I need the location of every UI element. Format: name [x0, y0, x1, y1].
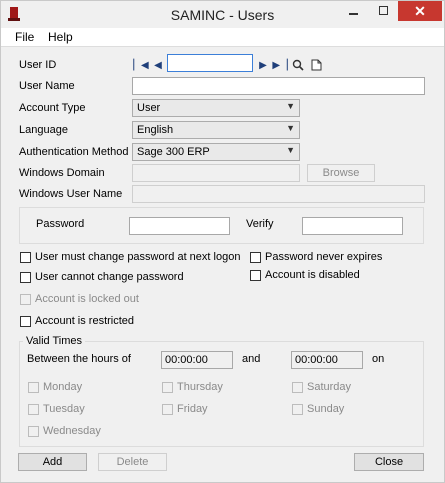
- tuesday-label: Tuesday: [43, 403, 85, 415]
- language-select[interactable]: English ▼: [132, 121, 300, 139]
- close-icon: ✕: [414, 2, 426, 19]
- monday-label: Monday: [43, 381, 83, 393]
- previous-record-icon[interactable]: ◀: [151, 58, 165, 72]
- browse-button: Browse: [307, 164, 375, 182]
- password-never-expires-checkbox[interactable]: [250, 252, 261, 263]
- add-button[interactable]: Add: [18, 453, 87, 471]
- chevron-down-icon: ▼: [286, 101, 295, 111]
- user-id-label: User ID: [19, 59, 57, 71]
- users-window: SAMINC - Users ✕ File Help User ID ▏◀ ◀ …: [0, 0, 445, 483]
- chevron-down-icon: ▼: [286, 123, 295, 133]
- language-label: Language: [19, 124, 68, 136]
- cannot-change-password-checkbox[interactable]: [20, 272, 31, 283]
- wednesday-checkbox: [28, 426, 39, 437]
- close-button[interactable]: Close: [354, 453, 424, 471]
- new-record-icon[interactable]: [309, 58, 323, 72]
- account-type-value: User: [137, 102, 161, 114]
- account-locked-out-label: Account is locked out: [35, 293, 139, 305]
- tuesday-checkbox: [28, 404, 39, 415]
- language-value: English: [137, 124, 174, 136]
- saturday-checkbox: [292, 382, 303, 393]
- end-time-input[interactable]: 00:00:00: [291, 351, 363, 369]
- wednesday-label: Wednesday: [43, 425, 101, 437]
- chevron-down-icon: ▼: [286, 145, 295, 155]
- last-record-icon[interactable]: ▶▕: [272, 58, 287, 72]
- user-name-input[interactable]: [132, 77, 425, 95]
- minimize-icon: [349, 13, 358, 15]
- start-time-input[interactable]: 00:00:00: [161, 351, 233, 369]
- menu-help[interactable]: Help: [48, 30, 73, 44]
- user-id-input[interactable]: [167, 54, 253, 72]
- monday-checkbox: [28, 382, 39, 393]
- verify-label: Verify: [246, 218, 274, 230]
- auth-method-select[interactable]: Sage 300 ERP ▼: [132, 143, 300, 161]
- valid-times-title: Valid Times: [23, 335, 86, 347]
- sunday-checkbox: [292, 404, 303, 415]
- close-window-button[interactable]: ✕: [398, 1, 442, 21]
- windows-user-name-label: Windows User Name: [19, 188, 123, 200]
- windows-domain-label: Windows Domain: [19, 167, 105, 179]
- thursday-label: Thursday: [177, 381, 223, 393]
- maximize-icon: [379, 6, 388, 15]
- account-restricted-label: Account is restricted: [35, 315, 135, 327]
- title-bar: SAMINC - Users ✕: [1, 1, 444, 28]
- password-label: Password: [36, 218, 85, 230]
- saturday-label: Saturday: [307, 381, 352, 393]
- password-never-expires-label: Password never expires: [265, 251, 383, 263]
- first-record-icon[interactable]: ▏◀: [133, 58, 148, 72]
- delete-button: Delete: [98, 453, 167, 471]
- account-disabled-label: Account is disabled: [265, 269, 360, 281]
- maximize-button[interactable]: [370, 1, 398, 21]
- account-disabled-checkbox[interactable]: [250, 270, 261, 281]
- thursday-checkbox: [162, 382, 173, 393]
- and-label: and: [242, 353, 261, 365]
- windows-user-name-input: [132, 185, 425, 203]
- friday-label: Friday: [177, 403, 208, 415]
- auth-method-value: Sage 300 ERP: [137, 146, 210, 158]
- menu-file[interactable]: File: [15, 30, 34, 44]
- user-name-label: User Name: [19, 80, 75, 92]
- friday-checkbox: [162, 404, 173, 415]
- account-type-label: Account Type: [19, 102, 86, 114]
- menu-bar: File Help: [1, 28, 444, 47]
- cannot-change-password-label: User cannot change password: [35, 271, 184, 283]
- account-locked-out-checkbox: [20, 294, 31, 305]
- minimize-button[interactable]: [340, 1, 368, 21]
- windows-domain-input: [132, 164, 300, 182]
- next-record-icon[interactable]: ▶: [256, 58, 270, 72]
- between-hours-label: Between the hours of: [27, 353, 131, 365]
- password-input[interactable]: [129, 217, 230, 235]
- verify-input[interactable]: [302, 217, 403, 235]
- must-change-password-label: User must change password at next logon: [35, 251, 241, 263]
- on-label: on: [372, 353, 385, 365]
- sunday-label: Sunday: [307, 403, 345, 415]
- account-restricted-checkbox[interactable]: [20, 316, 31, 327]
- must-change-password-checkbox[interactable]: [20, 252, 31, 263]
- finder-icon[interactable]: [291, 58, 305, 72]
- auth-method-label: Authentication Method: [19, 146, 129, 158]
- account-type-select[interactable]: User ▼: [132, 99, 300, 117]
